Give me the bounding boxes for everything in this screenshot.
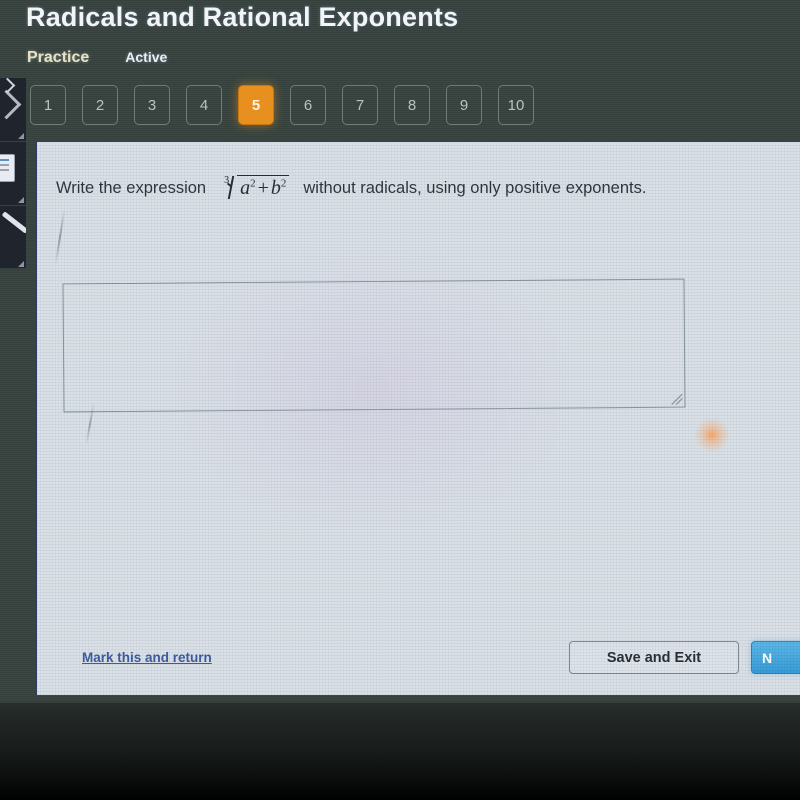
radicand-exponent-2: 2 [280,177,287,190]
tool-card[interactable] [0,142,26,206]
tab-question-8[interactable]: 8 [394,85,430,125]
line-tool-icon [1,211,26,234]
question-text-before: Write the expression [56,179,207,197]
screenshot-root: Radicals and Rational Exponents Practice… [0,0,800,800]
tab-question-7[interactable]: 7 [342,85,378,125]
tool-strip [0,78,26,270]
mark-this-and-return-link[interactable]: Mark this and return [82,650,212,665]
radicand-base-2: b [270,177,281,199]
math-expression-cube-root: 3 a2 + b2 [220,175,290,200]
monitor-bezel [0,700,800,800]
tool-line[interactable] [0,206,26,270]
radicand-base-1: a [240,177,251,199]
tab-question-9[interactable]: 9 [446,85,482,125]
question-text-after: without radicals, using only positive ex… [303,179,647,197]
glare-streak [54,208,66,266]
radicand: a2 + b2 [237,175,290,200]
footer: Mark this and return Save and Exit N [37,629,800,695]
next-button[interactable]: N [751,641,800,674]
tab-question-5[interactable]: 5 [238,85,274,125]
radicand-exponent-1: 2 [250,177,256,190]
radical-index: 3 [224,175,230,186]
tab-question-3[interactable]: 3 [134,85,170,125]
header-subrow: Practice Active [27,49,167,67]
answer-input[interactable] [62,278,686,413]
tab-question-1[interactable]: 1 [30,85,66,125]
save-and-exit-button[interactable]: Save and Exit [569,641,739,674]
tab-question-4[interactable]: 4 [186,85,222,125]
lens-flare [694,417,730,453]
mode-label: Practice [27,49,90,66]
question-prompt: Write the expression 3 a2 + b2 without rad… [56,175,780,201]
status-badge: Active [125,49,168,65]
cursor-arrow-icon [0,89,22,120]
content-panel: Write the expression 3 a2 + b2 without rad… [35,142,800,695]
radical-icon: 3 a2 + b2 [220,175,290,200]
page-title: Radicals and Rational Exponents [26,2,459,32]
card-icon [0,154,15,182]
tab-question-2[interactable]: 2 [82,85,118,125]
tab-question-10[interactable]: 10 [498,85,534,125]
radicand-operator: + [257,177,269,199]
tool-cursor-arrow[interactable] [0,78,26,142]
resize-handle[interactable] [671,393,683,405]
question-tabs: 1 2 3 4 5 6 7 8 9 10 [30,85,534,125]
tab-question-6[interactable]: 6 [290,85,326,125]
